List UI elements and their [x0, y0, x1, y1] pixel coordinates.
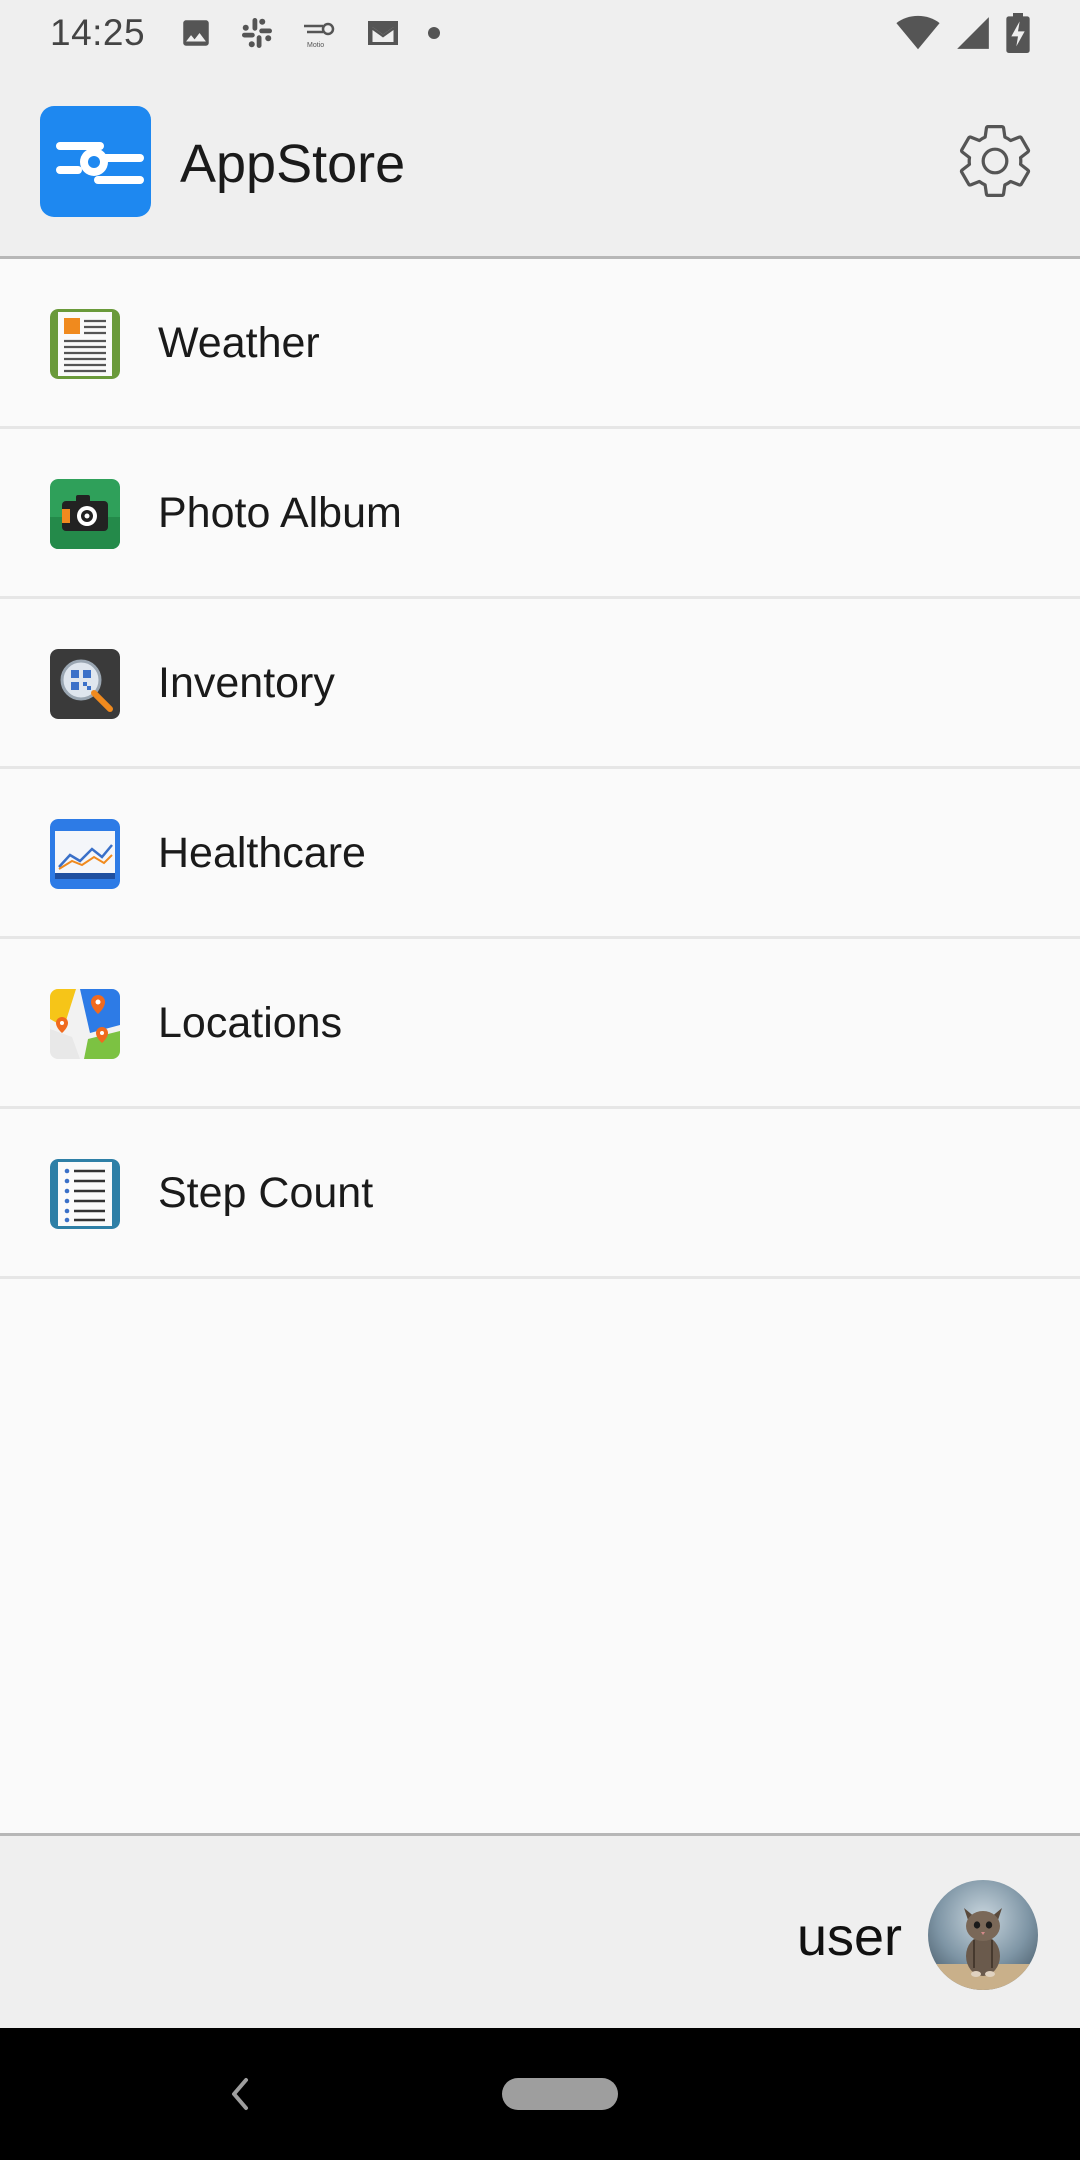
status-time: 14:25	[50, 12, 146, 53]
locations-app-icon	[50, 989, 120, 1059]
battery-charging-icon	[1006, 13, 1030, 53]
kitten-avatar[interactable]	[928, 1880, 1038, 1990]
app-list: Weather Photo Album Inventory Healthcare…	[0, 259, 1080, 1279]
list-item-step-count[interactable]: Step Count	[0, 1109, 1080, 1279]
app-label-locations: Locations	[158, 999, 343, 1047]
cell-signal-icon	[957, 17, 989, 49]
gmail-icon	[368, 21, 399, 45]
step-count-app-icon	[50, 1159, 120, 1229]
list-item-inventory[interactable]: Inventory	[0, 599, 1080, 769]
back-chevron-icon	[232, 2078, 248, 2110]
gear-icon	[959, 124, 1031, 198]
app-label-inventory: Inventory	[158, 659, 335, 707]
appstore-logo-icon	[40, 106, 151, 217]
back-button[interactable]	[222, 2072, 256, 2116]
status-bar: 14:25 Motio	[0, 0, 1080, 66]
svg-text:Motio: Motio	[307, 42, 324, 49]
list-item-weather[interactable]: Weather	[0, 259, 1080, 429]
settings-button[interactable]	[952, 118, 1038, 204]
inventory-app-icon	[50, 649, 120, 719]
list-item-healthcare[interactable]: Healthcare	[0, 769, 1080, 939]
wifi-icon	[896, 15, 940, 50]
system-navigation-bar	[0, 2028, 1080, 2160]
home-pill-icon[interactable]	[502, 2078, 618, 2110]
app-bar: AppStore	[0, 66, 1080, 259]
app-label-step-count: Step Count	[158, 1169, 374, 1217]
list-item-photo-album[interactable]: Photo Album	[0, 429, 1080, 599]
username-label: user	[796, 1907, 902, 1967]
photo-album-app-icon	[50, 479, 120, 549]
app-label-photo-album: Photo Album	[158, 489, 402, 537]
app-title: AppStore	[180, 134, 406, 194]
image-icon	[183, 20, 209, 46]
app-label-healthcare: Healthcare	[158, 829, 366, 877]
system-icons	[896, 13, 1030, 53]
list-item-locations[interactable]: Locations	[0, 939, 1080, 1109]
notification-icons: Motio	[179, 15, 441, 51]
weather-app-icon	[50, 309, 120, 379]
dot-icon	[428, 27, 441, 39]
app-label-weather: Weather	[158, 319, 320, 367]
healthcare-app-icon	[50, 819, 120, 889]
slack-icon	[242, 18, 273, 48]
user-footer: user	[0, 1833, 1080, 2028]
motio-icon: Motio	[304, 22, 335, 49]
